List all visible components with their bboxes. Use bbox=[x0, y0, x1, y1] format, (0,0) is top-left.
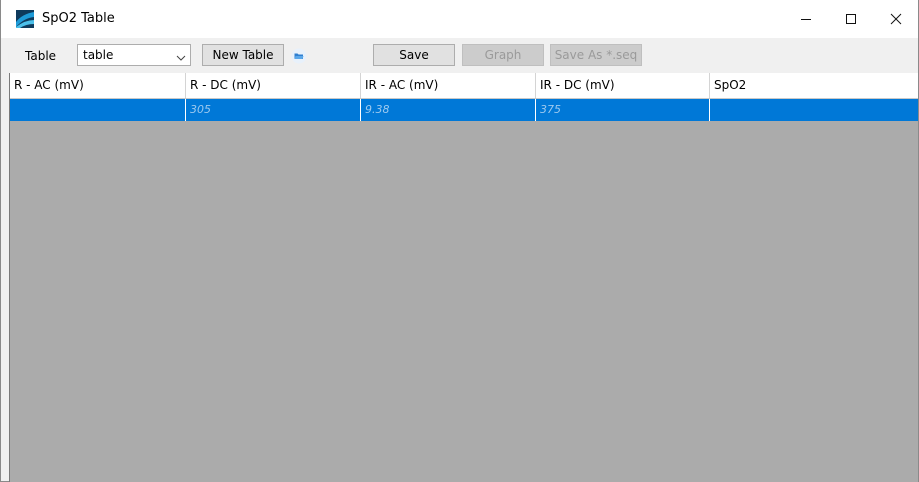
table-select[interactable]: table bbox=[77, 44, 191, 66]
save-as-seq-button-label: Save As *.seq bbox=[554, 48, 638, 62]
graph-button-label: Graph bbox=[484, 48, 522, 62]
toolbar: Table table New Table Save Graph Save As… bbox=[1, 38, 918, 72]
new-table-button[interactable]: New Table bbox=[202, 44, 284, 66]
maximize-icon bbox=[845, 13, 857, 25]
new-table-button-label: New Table bbox=[212, 48, 274, 62]
table-select-value: table bbox=[83, 48, 114, 62]
chevron-down-icon bbox=[176, 51, 186, 65]
data-grid[interactable]: R - AC (mV) R - DC (mV) IR - AC (mV) IR … bbox=[9, 73, 918, 482]
save-as-seq-button[interactable]: Save As *.seq bbox=[550, 44, 642, 66]
maximize-button[interactable] bbox=[828, 0, 873, 38]
graph-button[interactable]: Graph bbox=[462, 44, 544, 66]
save-button[interactable]: Save bbox=[373, 44, 455, 66]
cell-spo2[interactable] bbox=[710, 99, 918, 121]
minimize-icon bbox=[800, 13, 812, 25]
cell-ir-dc[interactable]: 375 bbox=[536, 99, 710, 121]
table-row[interactable]: 305 9.38 375 bbox=[10, 99, 918, 121]
folder-open-icon[interactable] bbox=[291, 48, 307, 64]
cell-r-dc[interactable]: 305 bbox=[186, 99, 361, 121]
cell-r-ac[interactable] bbox=[10, 99, 186, 121]
cell-ir-ac[interactable]: 9.38 bbox=[361, 99, 536, 121]
save-button-label: Save bbox=[399, 48, 429, 62]
grid-header-row: R - AC (mV) R - DC (mV) IR - AC (mV) IR … bbox=[10, 73, 918, 99]
spo2-table-window: SpO2 Table Table table New Table Save Gr… bbox=[0, 0, 919, 482]
app-logo-icon bbox=[16, 10, 34, 28]
close-icon bbox=[890, 13, 902, 25]
minimize-button[interactable] bbox=[783, 0, 828, 38]
title-bar[interactable]: SpO2 Table bbox=[1, 0, 918, 38]
window-title: SpO2 Table bbox=[42, 11, 115, 26]
close-button[interactable] bbox=[873, 0, 918, 38]
column-header-ir-dc[interactable]: IR - DC (mV) bbox=[536, 73, 710, 98]
column-header-r-ac[interactable]: R - AC (mV) bbox=[10, 73, 186, 98]
table-label: Table bbox=[25, 49, 57, 63]
column-header-r-dc[interactable]: R - DC (mV) bbox=[186, 73, 361, 98]
column-header-ir-ac[interactable]: IR - AC (mV) bbox=[361, 73, 536, 98]
column-header-spo2[interactable]: SpO2 bbox=[710, 73, 918, 98]
